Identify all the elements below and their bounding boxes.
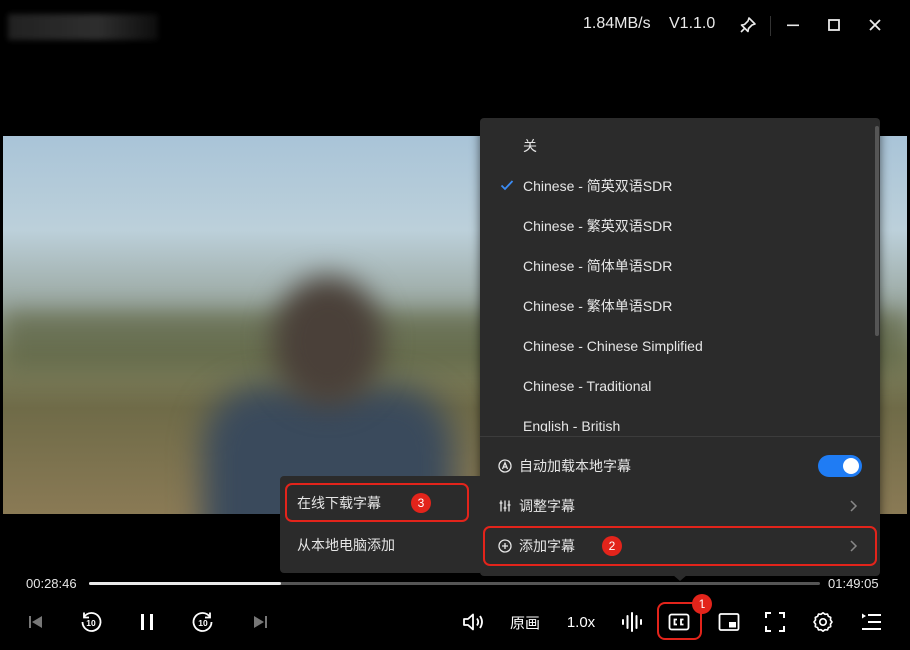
subtitle-track-selected[interactable]: Chinese - 简英双语SDR bbox=[480, 166, 880, 206]
download-speed: 1.84MB/s bbox=[583, 15, 651, 32]
add-subtitles-submenu: 在线下载字幕 从本地电脑添加 bbox=[280, 476, 480, 573]
subtitle-track[interactable]: Chinese - 繁体单语SDR bbox=[480, 286, 880, 326]
previous-icon[interactable] bbox=[24, 609, 48, 635]
rewind-10-label: 10 bbox=[86, 618, 96, 628]
total-time: 01:49:05 bbox=[828, 576, 879, 591]
subtitle-track[interactable]: Chinese - 简体单语SDR bbox=[480, 246, 880, 286]
seek-bar[interactable] bbox=[89, 582, 820, 585]
subtitle-track[interactable]: Chinese - 繁英双语SDR bbox=[480, 206, 880, 246]
subtitle-track-label: Chinese - Traditional bbox=[523, 378, 652, 394]
current-time: 00:28:46 bbox=[26, 576, 77, 591]
window-title-blurred bbox=[8, 14, 158, 40]
audio-track-icon[interactable] bbox=[619, 609, 645, 635]
auto-load-label: 自动加载本地字幕 bbox=[519, 458, 631, 474]
subtitle-track-label: Chinese - 繁英双语SDR bbox=[523, 218, 673, 234]
subtitles-button-highlight bbox=[657, 602, 702, 640]
settings-gear-icon[interactable] bbox=[810, 609, 836, 635]
seek-bar-played bbox=[89, 582, 282, 585]
subtitle-track-label: Chinese - 繁体单语SDR bbox=[523, 298, 673, 314]
playback-speed-button[interactable]: 1.0x bbox=[562, 609, 600, 635]
add-from-local-label: 从本地电脑添加 bbox=[297, 537, 395, 553]
auto-load-toggle[interactable] bbox=[818, 455, 862, 477]
step-badge-2: 2 bbox=[602, 536, 622, 556]
auto-load-icon bbox=[498, 459, 512, 473]
chevron-right-icon bbox=[848, 499, 858, 516]
minimize-icon[interactable] bbox=[782, 14, 804, 36]
menu-caret bbox=[673, 575, 687, 581]
title-bar: 1.84MB/s V1.1.0 bbox=[0, 0, 910, 52]
online-download-highlight bbox=[285, 483, 469, 522]
subtitle-track-label: English - British bbox=[523, 418, 621, 432]
quality-button[interactable]: 原画 bbox=[507, 609, 543, 635]
subtitle-track-label: 关 bbox=[523, 138, 537, 154]
adjust-subtitles-label: 调整字幕 bbox=[519, 498, 575, 514]
subtitle-list-scrollbar[interactable] bbox=[875, 126, 879, 336]
subtitle-track[interactable]: Chinese - Traditional bbox=[480, 366, 880, 406]
sliders-icon bbox=[498, 499, 512, 513]
menu-divider bbox=[480, 436, 880, 437]
fullscreen-icon[interactable] bbox=[762, 609, 788, 635]
subtitle-track-label: Chinese - Chinese Simplified bbox=[523, 338, 703, 354]
app-version: V1.1.0 bbox=[669, 15, 716, 32]
toggle-knob bbox=[843, 458, 859, 474]
playlist-icon[interactable] bbox=[858, 609, 884, 635]
forward-10-icon[interactable]: 10 bbox=[190, 609, 216, 635]
subtitle-track-off[interactable]: 关 bbox=[480, 126, 880, 166]
titlebar-divider bbox=[770, 16, 771, 36]
rewind-10-icon[interactable]: 10 bbox=[78, 609, 104, 635]
add-from-local-item[interactable]: 从本地电脑添加 bbox=[280, 526, 480, 564]
step-badge-3: 3 bbox=[411, 493, 431, 513]
checkmark-icon bbox=[500, 178, 514, 192]
subtitle-track[interactable]: Chinese - Chinese Simplified bbox=[480, 326, 880, 366]
subtitle-track-label: Chinese - 简体单语SDR bbox=[523, 258, 673, 274]
subtitle-track[interactable]: English - British bbox=[480, 406, 880, 432]
volume-icon[interactable] bbox=[460, 609, 486, 635]
subtitle-menu: 关 Chinese - 简英双语SDR Chinese - 繁英双语SDR Ch… bbox=[480, 118, 880, 576]
pin-icon[interactable] bbox=[737, 14, 759, 36]
subtitle-track-list[interactable]: 关 Chinese - 简英双语SDR Chinese - 繁英双语SDR Ch… bbox=[480, 126, 880, 432]
pause-icon[interactable] bbox=[136, 609, 158, 635]
adjust-subtitles-item[interactable]: 调整字幕 bbox=[480, 486, 880, 526]
close-icon[interactable] bbox=[864, 14, 886, 36]
picture-in-picture-icon[interactable] bbox=[716, 609, 742, 635]
auto-load-local-subtitles-row: 自动加载本地字幕 bbox=[480, 446, 880, 486]
add-subtitles-highlight bbox=[483, 526, 877, 566]
video-person-head bbox=[273, 276, 383, 406]
forward-10-label: 10 bbox=[198, 618, 208, 628]
subtitle-track-label: Chinese - 简英双语SDR bbox=[523, 178, 673, 194]
maximize-icon[interactable] bbox=[823, 14, 845, 36]
next-icon[interactable] bbox=[248, 609, 272, 635]
